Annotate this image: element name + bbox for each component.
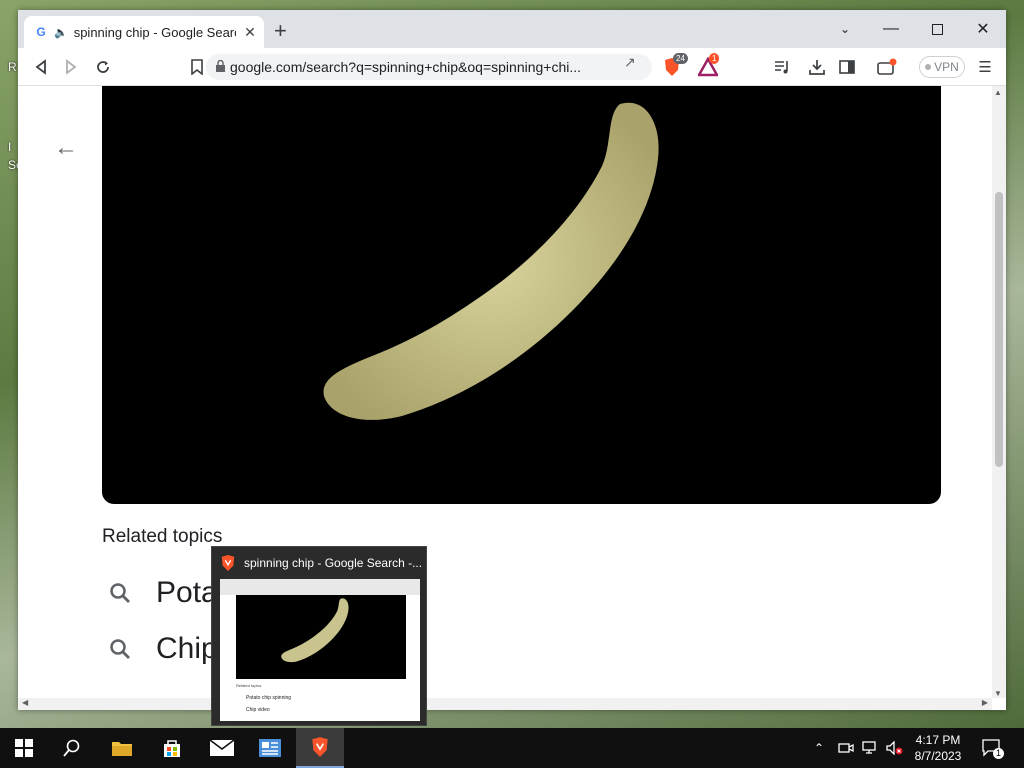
menu-button[interactable]: ☰ — [974, 56, 996, 78]
share-icon[interactable]: ↗ — [624, 54, 636, 71]
search-icon — [110, 639, 130, 659]
forward-button[interactable] — [60, 56, 82, 78]
preview-related-item: Potato chip spinning — [246, 695, 292, 701]
preview-title: spinning chip - Google Search -... — [244, 556, 422, 570]
related-topic-label: Chip — [156, 632, 218, 665]
meet-now-button[interactable] — [838, 728, 854, 768]
store-button[interactable] — [148, 728, 196, 768]
preview-related-heading: Related topics — [236, 683, 262, 688]
mail-icon — [210, 740, 234, 756]
hamburger-icon: ☰ — [978, 59, 992, 76]
download-icon — [809, 60, 825, 75]
preview-thumbnail: Related topics Potato chip spinning Chip… — [220, 579, 420, 721]
maximize-icon — [931, 23, 943, 35]
lock-icon — [216, 60, 225, 72]
sidebar-icon — [839, 60, 855, 74]
start-button[interactable] — [0, 728, 48, 768]
related-topic-item[interactable]: Chip — [108, 632, 218, 666]
close-window-button[interactable]: ✕ — [960, 16, 1006, 42]
brave-icon — [312, 737, 328, 757]
close-tab-icon[interactable]: ✕ — [242, 24, 258, 41]
maximize-button[interactable] — [914, 16, 960, 42]
store-icon — [164, 740, 180, 757]
back-arrow-icon[interactable]: ← — [54, 134, 78, 162]
preview-header: spinning chip - Google Search -... — [212, 547, 428, 579]
vpn-status-dot — [925, 64, 932, 70]
wallet-icon — [877, 58, 897, 75]
show-hidden-icons-button[interactable]: ⌃ — [814, 728, 824, 768]
camera-icon — [838, 743, 854, 753]
preview-video — [236, 595, 406, 679]
search-button[interactable] — [48, 728, 96, 768]
horizontal-scrollbar[interactable]: ◀ ▶ — [18, 698, 992, 710]
media-button[interactable] — [772, 56, 794, 78]
desktop-icon-label[interactable]: R — [8, 60, 17, 74]
vertical-scrollbar[interactable]: ▲ ▼ — [992, 86, 1006, 698]
tab-search-button[interactable]: ⌄ — [822, 16, 868, 42]
search-icon — [63, 739, 80, 757]
network-icon — [862, 741, 876, 754]
back-button[interactable] — [30, 56, 52, 78]
scroll-up-arrow-icon[interactable]: ▲ — [994, 88, 1002, 97]
file-explorer-button[interactable] — [98, 728, 146, 768]
scrollbar-thumb[interactable] — [995, 192, 1003, 467]
scroll-right-arrow-icon[interactable]: ▶ — [982, 698, 988, 707]
potato-chip-image — [323, 102, 659, 420]
vpn-label: VPN — [934, 60, 959, 74]
news-button[interactable] — [246, 728, 294, 768]
new-tab-button[interactable]: + — [274, 20, 287, 42]
bookmark-icon — [191, 59, 203, 75]
shield-count-badge: 24 — [673, 53, 688, 64]
tab-title: spinning chip - Google Search — [73, 24, 236, 40]
wallet-button[interactable] — [876, 56, 898, 78]
reload-icon — [97, 61, 109, 73]
notifications-button[interactable]: 1 — [982, 728, 1005, 768]
page-content: ← Related topics Potato Chip — [18, 86, 992, 698]
tab-strip: G 🔈 spinning chip - Google Search ✕ + ⌄ … — [18, 10, 1006, 48]
google-icon: G — [36, 25, 46, 39]
url-text: google.com/search?q=spinning+chip&oq=spi… — [230, 59, 582, 75]
windows-icon — [15, 739, 33, 757]
forward-icon — [66, 59, 77, 75]
notification-count-badge: 1 — [993, 748, 1005, 759]
minimize-button[interactable]: — — [868, 16, 914, 42]
address-bar[interactable]: google.com/search?q=spinning+chip&oq=spi… — [206, 54, 652, 80]
volume-muted-icon — [886, 741, 903, 755]
downloads-button[interactable] — [806, 56, 828, 78]
mail-button[interactable] — [198, 728, 246, 768]
chevron-up-icon: ⌃ — [814, 741, 825, 755]
brave-shield-icon[interactable]: 24 — [663, 53, 688, 77]
scroll-left-arrow-icon[interactable]: ◀ — [22, 698, 28, 707]
taskbar: ⌃ 4:17 PM 8/7/2023 1 — [0, 728, 1024, 768]
tab-active[interactable]: G 🔈 spinning chip - Google Search ✕ — [24, 16, 264, 48]
clock-time: 4:17 PM — [915, 733, 961, 747]
preview-chip-image — [281, 598, 349, 663]
reload-button[interactable] — [92, 56, 114, 78]
news-icon — [259, 739, 281, 757]
sidebar-button[interactable] — [836, 56, 858, 78]
volume-button[interactable] — [886, 728, 904, 768]
related-topics-heading: Related topics — [102, 526, 223, 547]
scroll-down-arrow-icon[interactable]: ▼ — [994, 689, 1002, 698]
network-button[interactable] — [862, 728, 880, 768]
clock[interactable]: 4:17 PM 8/7/2023 — [905, 732, 971, 764]
browser-window: G 🔈 spinning chip - Google Search ✕ + ⌄ … — [18, 10, 1006, 710]
back-icon — [35, 59, 46, 75]
brave-taskbar-button[interactable] — [296, 728, 344, 768]
speaker-icon[interactable]: 🔈 — [54, 26, 68, 39]
clock-date: 8/7/2023 — [914, 749, 962, 763]
taskbar-window-preview[interactable]: spinning chip - Google Search -... Relat… — [211, 546, 427, 726]
brave-icon — [221, 555, 235, 571]
bookmark-button[interactable] — [186, 56, 208, 78]
video-player[interactable] — [102, 86, 941, 504]
toolbar: google.com/search?q=spinning+chip&oq=spi… — [18, 48, 1006, 86]
music-queue-icon — [775, 61, 788, 74]
search-icon — [110, 583, 130, 603]
preview-browser-bar — [220, 579, 420, 595]
folder-icon — [112, 742, 132, 756]
vpn-button[interactable]: VPN — [919, 56, 965, 78]
preview-related-item: Chip video — [246, 707, 270, 713]
brave-rewards-icon[interactable]: 1 — [696, 53, 720, 77]
desktop-icon-label[interactable]: I — [8, 140, 11, 154]
